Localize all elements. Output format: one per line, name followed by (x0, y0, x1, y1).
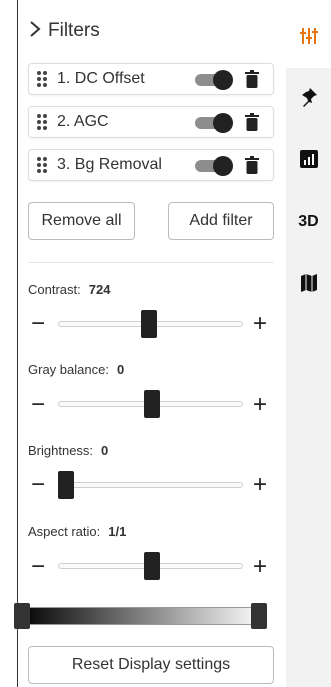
filter-toggle[interactable] (195, 156, 235, 176)
filters-title: Filters (48, 20, 100, 41)
gray-balance-value: 0 (116, 362, 125, 377)
aspect-ratio-increase-button[interactable]: + (253, 555, 267, 579)
map-icon[interactable] (286, 274, 331, 297)
filter-toggle[interactable] (195, 113, 235, 133)
brightness-label: Brightness: 0 (28, 443, 109, 458)
aspect-ratio-label: Aspect ratio: 1/1 (28, 524, 127, 539)
aspect-ratio-slider-thumb[interactable] (144, 552, 160, 580)
3d-tab[interactable]: 3D (286, 213, 331, 231)
contrast-value: 724 (88, 282, 111, 297)
right-rail: 3D (286, 0, 331, 687)
gradient-low-handle[interactable] (14, 603, 30, 629)
contrast-label: Contrast: 724 (28, 282, 111, 297)
filter-label: 1. DC Offset (57, 70, 145, 87)
brightness-value: 0 (101, 443, 109, 458)
brightness-decrease-button[interactable]: − (31, 473, 45, 497)
filter-label: 3. Bg Removal (57, 156, 162, 173)
brightness-slider-thumb[interactable] (58, 471, 74, 499)
trash-icon[interactable] (243, 113, 261, 131)
gray-balance-increase-button[interactable]: + (253, 393, 267, 417)
pin-icon[interactable] (286, 87, 331, 112)
filter-item[interactable]: 2. AGC (28, 106, 274, 138)
drag-handle-icon[interactable] (36, 70, 54, 88)
drag-handle-icon[interactable] (36, 113, 54, 131)
trash-icon[interactable] (243, 70, 261, 88)
reset-display-settings-button[interactable]: Reset Display settings (28, 646, 274, 684)
sliders-icon[interactable] (286, 26, 331, 51)
gray-balance-decrease-button[interactable]: − (31, 393, 45, 417)
filters-panel: Filters 1. DC Offset 2. AGC 3. Bg Remova… (18, 0, 286, 687)
gray-balance-slider[interactable] (58, 390, 243, 418)
aspect-ratio-decrease-button[interactable]: − (31, 555, 45, 579)
remove-all-button[interactable]: Remove all (28, 202, 135, 240)
trash-icon[interactable] (243, 156, 261, 174)
gray-balance-label: Gray balance: 0 (28, 362, 125, 377)
chevron-right-icon[interactable] (28, 20, 42, 42)
aspect-ratio-slider[interactable] (58, 552, 243, 580)
filter-item[interactable]: 3. Bg Removal (28, 149, 274, 181)
gray-balance-slider-thumb[interactable] (144, 390, 160, 418)
divider (28, 262, 274, 263)
drag-handle-icon[interactable] (36, 156, 54, 174)
brightness-slider[interactable] (58, 471, 243, 499)
filters-header[interactable]: Filters (28, 18, 100, 44)
filter-item[interactable]: 1. DC Offset (28, 63, 274, 95)
contrast-decrease-button[interactable]: − (31, 312, 45, 336)
brightness-increase-button[interactable]: + (253, 473, 267, 497)
contrast-slider[interactable] (58, 310, 243, 338)
gradient-high-handle[interactable] (251, 603, 267, 629)
aspect-ratio-value: 1/1 (108, 524, 127, 539)
contrast-increase-button[interactable]: + (253, 312, 267, 336)
grayscale-gradient-bar[interactable] (18, 607, 264, 625)
chart-icon[interactable] (286, 150, 331, 173)
contrast-slider-thumb[interactable] (141, 310, 157, 338)
filter-toggle[interactable] (195, 70, 235, 90)
add-filter-button[interactable]: Add filter (168, 202, 274, 240)
filter-label: 2. AGC (57, 113, 109, 130)
